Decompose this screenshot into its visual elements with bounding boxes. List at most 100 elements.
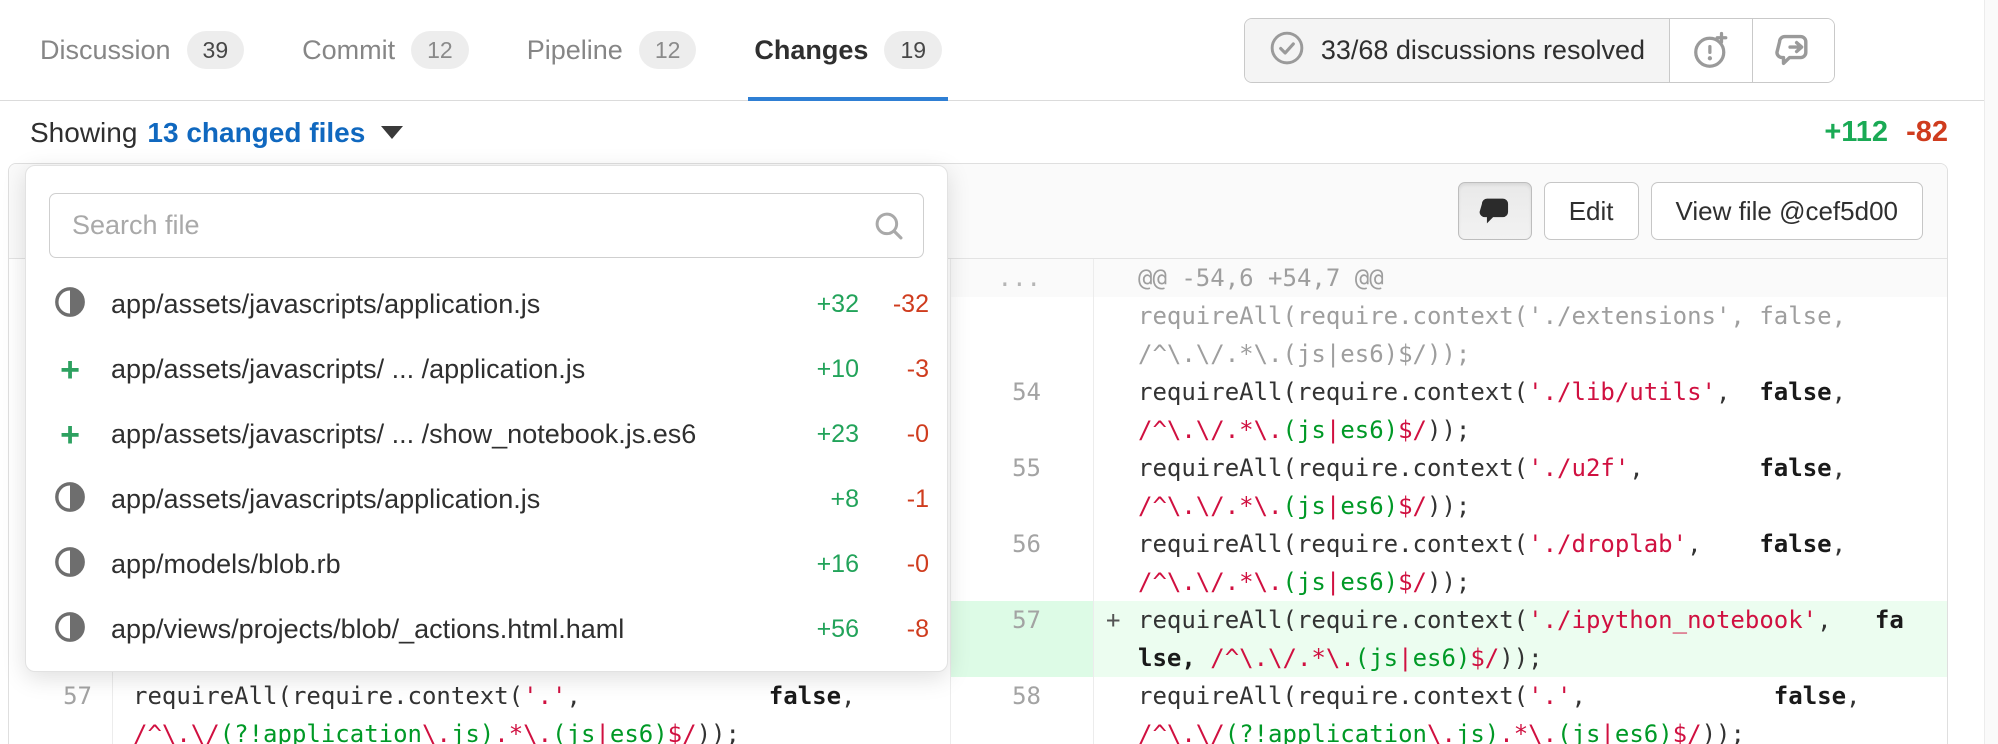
- file-additions: +23: [795, 420, 859, 449]
- new-line-number[interactable]: 58: [951, 677, 1094, 715]
- tab-label: Commit: [302, 35, 395, 66]
- file-name: app/models/blob.rb: [111, 549, 341, 580]
- showing-label: Showing: [30, 117, 137, 149]
- new-line-number[interactable]: [951, 297, 1094, 335]
- tab-count-badge: 39: [187, 31, 245, 69]
- file-deletions: -0: [871, 420, 929, 449]
- new-line-number[interactable]: [951, 335, 1094, 373]
- new-line-number[interactable]: 57: [951, 601, 1094, 639]
- tab-label: Pipeline: [527, 35, 623, 66]
- comment-icon: [1476, 192, 1514, 230]
- file-list-item[interactable]: + app/assets/javascripts/ ... /applicati…: [26, 337, 947, 402]
- tab-count-badge: 12: [639, 31, 697, 69]
- tab-label: Discussion: [40, 35, 171, 66]
- file-modified-icon: [53, 285, 87, 324]
- file-deletions: -0: [871, 550, 929, 579]
- file-deletions: -3: [871, 355, 929, 384]
- new-line-number[interactable]: [951, 411, 1094, 449]
- changed-files-bar: Showing 13 changed files +112 -82: [0, 102, 1998, 163]
- new-line-code: lse, /^\.\/.*\.(js|es6)$/));: [1094, 639, 1947, 677]
- discussions-resolved-status: 33/68 discussions resolved: [1245, 19, 1670, 82]
- file-additions: +32: [795, 290, 859, 319]
- added-line-prefix: +: [1106, 601, 1120, 639]
- file-list-item[interactable]: app/views/projects/blob/_actions.html.ha…: [26, 597, 947, 662]
- file-name: app/assets/javascripts/application.js: [111, 289, 540, 320]
- total-deletions: -82: [1906, 116, 1948, 149]
- tab-commit[interactable]: Commit 12: [302, 0, 469, 100]
- file-added-icon: +: [60, 353, 80, 387]
- file-additions: +8: [795, 485, 859, 514]
- file-name: app/assets/javascripts/application.js: [111, 484, 540, 515]
- file-additions: +56: [795, 615, 859, 644]
- old-line-code: /^\.\/(?!application\.js).*\.(js|es6)$/)…: [113, 715, 951, 744]
- tab-changes[interactable]: Changes 19: [754, 0, 942, 100]
- file-additions: +10: [795, 355, 859, 384]
- resolved-count-text: 33/68 discussions resolved: [1321, 35, 1645, 66]
- new-line-code: +requireAll(require.context('./ipython_n…: [1094, 601, 1947, 639]
- old-line-number[interactable]: [9, 715, 113, 744]
- new-line-code: /^\.\/(?!application\.js).*\.(js|es6)$/)…: [1094, 715, 1947, 744]
- new-line-code: requireAll(require.context('./droplab', …: [1094, 525, 1947, 563]
- new-line-number[interactable]: 56: [951, 525, 1094, 563]
- changed-files-link[interactable]: 13 changed files: [147, 117, 365, 149]
- tab-count-badge: 19: [884, 31, 942, 69]
- new-line-code: @@ -54,6 +54,7 @@: [1094, 259, 1947, 297]
- new-line-code: /^\.\/.*\.(js|es6)$/));: [1094, 563, 1947, 601]
- file-list-item[interactable]: + app/assets/javascripts/ ... /show_note…: [26, 402, 947, 467]
- new-line-number[interactable]: ...: [951, 259, 1094, 297]
- edit-button[interactable]: Edit: [1544, 182, 1639, 240]
- tab-pipeline[interactable]: Pipeline 12: [527, 0, 697, 100]
- issue-new-icon: [1691, 31, 1731, 71]
- changed-files-dropdown: app/assets/javascripts/application.js +3…: [25, 165, 948, 672]
- discussions-resolved-group: 33/68 discussions resolved: [1244, 18, 1835, 83]
- file-name: app/assets/javascripts/ ... /application…: [111, 354, 585, 385]
- file-modified-icon: [53, 610, 87, 649]
- old-line-number[interactable]: 57: [9, 677, 113, 715]
- total-additions: +112: [1824, 116, 1888, 149]
- file-list-item[interactable]: app/assets/javascripts/application.js +3…: [26, 272, 947, 337]
- file-modified-icon: [53, 545, 87, 584]
- diff-row: /^\.\/(?!application\.js).*\.(js|es6)$/)…: [9, 715, 1947, 744]
- new-line-number[interactable]: [951, 487, 1094, 525]
- file-list-item[interactable]: app/assets/javascripts/application.js +8…: [26, 467, 947, 532]
- file-additions: +16: [795, 550, 859, 579]
- file-list-item[interactable]: app/models/blob.rb +16 -0: [26, 532, 947, 597]
- tab-label: Changes: [754, 35, 868, 66]
- file-name: app/views/projects/blob/_actions.html.ha…: [111, 614, 624, 645]
- new-line-number[interactable]: [951, 639, 1094, 677]
- diff-row: 57requireAll(require.context('.', false,…: [9, 677, 1947, 715]
- search-file-input[interactable]: [49, 193, 924, 258]
- toggle-comments-button[interactable]: [1458, 182, 1532, 240]
- comment-next-icon: [1773, 30, 1815, 72]
- new-line-number[interactable]: [951, 563, 1094, 601]
- view-file-button[interactable]: View file @cef5d00: [1651, 182, 1924, 240]
- scrollbar-track[interactable]: [1984, 0, 1998, 744]
- new-line-code: requireAll(require.context('./lib/utils'…: [1094, 373, 1947, 411]
- file-deletions: -32: [871, 290, 929, 319]
- search-icon: [872, 209, 906, 248]
- new-line-code: /^\.\/.*\.(js|es6)$/));: [1094, 487, 1947, 525]
- changed-file-list: app/assets/javascripts/application.js +3…: [26, 272, 947, 662]
- new-line-number[interactable]: [951, 715, 1094, 744]
- new-line-number[interactable]: 54: [951, 373, 1094, 411]
- new-line-code: /^\.\/.*\.(js|es6)$/));: [1094, 335, 1947, 373]
- check-circle-icon: [1269, 30, 1305, 71]
- resolve-in-new-issue-button[interactable]: [1670, 19, 1752, 82]
- file-added-icon: +: [60, 418, 80, 452]
- new-line-code: requireAll(require.context('.', false,: [1094, 677, 1947, 715]
- tab-discussion[interactable]: Discussion 39: [40, 0, 244, 100]
- new-line-code: requireAll(require.context('./extensions…: [1094, 297, 1947, 335]
- file-modified-icon: [53, 480, 87, 519]
- new-line-code: requireAll(require.context('./u2f', fals…: [1094, 449, 1947, 487]
- tab-count-badge: 12: [411, 31, 469, 69]
- merge-request-tab-bar: Discussion 39Commit 12Pipeline 12Changes…: [0, 0, 1998, 101]
- old-line-code: requireAll(require.context('.', false,: [113, 677, 951, 715]
- file-deletions: -8: [871, 615, 929, 644]
- file-deletions: -1: [871, 485, 929, 514]
- mr-tabs: Discussion 39Commit 12Pipeline 12Changes…: [40, 0, 1000, 100]
- new-line-number[interactable]: 55: [951, 449, 1094, 487]
- chevron-down-icon[interactable]: [381, 126, 403, 139]
- new-line-code: /^\.\/.*\.(js|es6)$/));: [1094, 411, 1947, 449]
- file-name: app/assets/javascripts/ ... /show_notebo…: [111, 419, 696, 450]
- jump-to-next-discussion-button[interactable]: [1752, 19, 1834, 82]
